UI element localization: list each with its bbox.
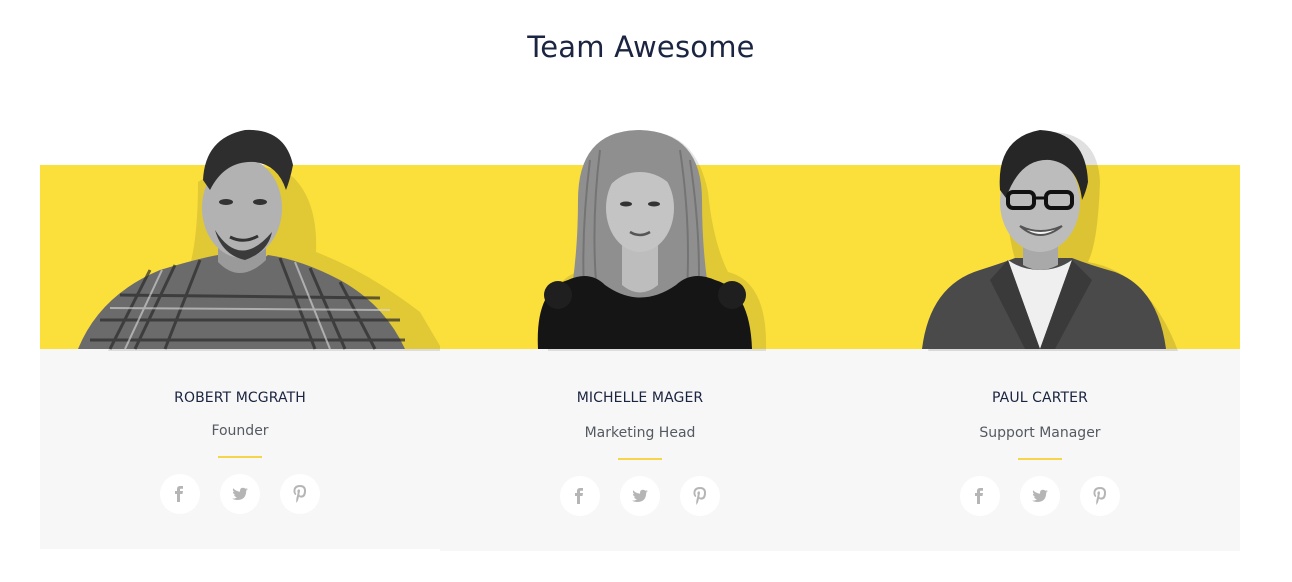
social-links [560,476,720,516]
name-divider [218,456,262,458]
pinterest-icon [1093,487,1106,505]
member-photo [922,130,1178,351]
pinterest-icon [693,487,706,505]
twitter-icon [632,489,648,502]
pinterest-button[interactable] [1080,476,1120,516]
team-member-card: PAUL CARTER Support Manager [840,120,1240,551]
facebook-button[interactable] [160,474,200,514]
member-role: Founder [211,423,269,439]
team-member-card: MICHELLE MAGER Marketing Head [440,120,840,551]
name-divider [618,458,662,460]
facebook-button[interactable] [960,476,1000,516]
twitter-icon [1032,489,1048,502]
info-panel [40,349,440,549]
info-panel [840,349,1240,551]
member-role: Support Manager [979,425,1101,441]
facebook-icon [575,488,583,504]
pinterest-button[interactable] [280,474,320,514]
member-name: PAUL CARTER [992,390,1088,406]
member-photo [537,130,767,351]
name-divider [1018,458,1062,460]
twitter-button[interactable] [620,476,660,516]
social-links [960,476,1120,516]
pinterest-button[interactable] [680,476,720,516]
twitter-button[interactable] [220,474,260,514]
section-title: Team Awesome [527,30,755,64]
member-photo [78,129,443,351]
facebook-icon [175,486,183,502]
pinterest-icon [293,485,306,503]
twitter-icon [232,487,248,500]
member-role: Marketing Head [584,425,696,441]
info-panel [440,349,840,551]
member-name: ROBERT MCGRATH [174,390,306,406]
twitter-button[interactable] [1020,476,1060,516]
facebook-icon [975,488,983,504]
team-member-card: ROBERT MCGRATH Founder [40,120,443,549]
social-links [160,474,320,514]
facebook-button[interactable] [560,476,600,516]
member-name: MICHELLE MAGER [576,390,704,406]
